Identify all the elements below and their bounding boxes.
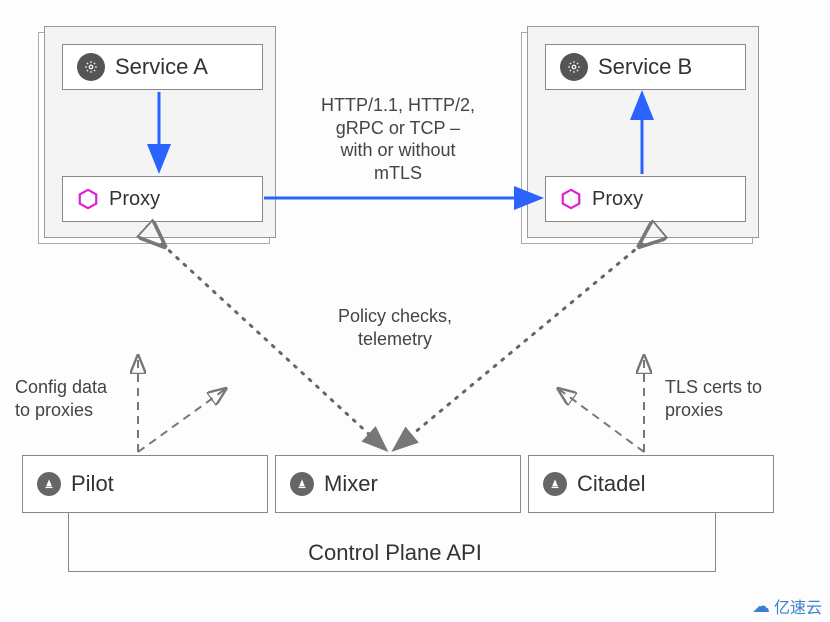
arrows-layer [0, 0, 830, 622]
watermark-text: 亿速云 [774, 594, 822, 618]
watermark: ☁ 亿速云 [752, 594, 822, 618]
arrow-citadel-diag [560, 390, 644, 452]
arrow-pilot-diag [138, 390, 224, 452]
arrow-proxy-b-mixer [396, 244, 642, 448]
arrow-proxy-a-mixer [162, 244, 384, 448]
cloud-icon: ☁ [752, 596, 770, 617]
